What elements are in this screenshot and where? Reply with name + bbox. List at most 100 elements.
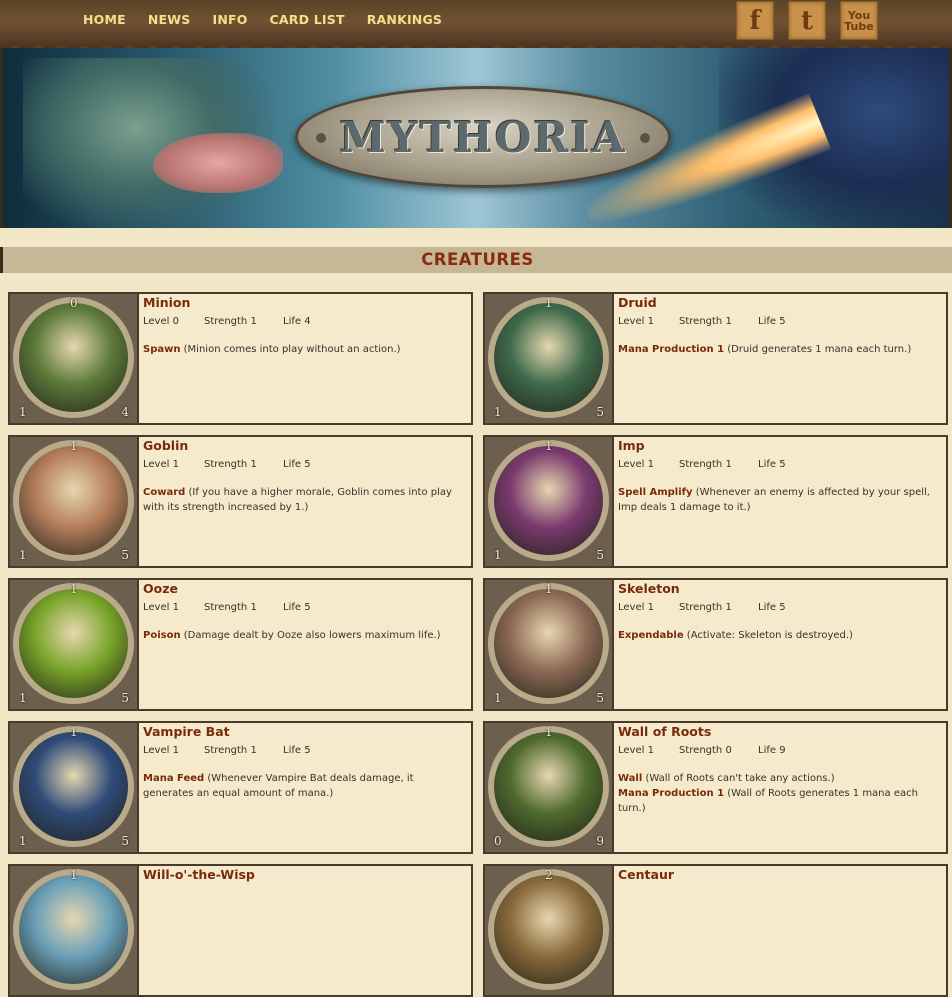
creature-art: [494, 732, 603, 841]
card-info: Will-o'-the-Wisp: [143, 866, 467, 882]
stat-strength-value: 1: [725, 602, 732, 613]
stat-level-value: 1: [172, 602, 179, 613]
card-name[interactable]: Imp: [618, 438, 942, 453]
creature-art: [494, 589, 603, 698]
creature-card[interactable]: 1 1 5 Imp Level 1 Strength 1 Life 5 Spell …: [483, 435, 948, 568]
card-name[interactable]: Wall of Roots: [618, 724, 942, 739]
banner-wing-art: [153, 133, 283, 193]
creature-art: [19, 732, 128, 841]
stat-level: Level 1: [618, 459, 679, 470]
card-portrait: 1 1 5: [485, 437, 614, 566]
creature-card[interactable]: 1 1 5 Skeleton Level 1 Strength 1 Life 5 E…: [483, 578, 948, 711]
nav-card-list[interactable]: CARD LIST: [270, 12, 345, 27]
card-strength-badge: 1: [19, 691, 27, 705]
card-name[interactable]: Vampire Bat: [143, 724, 467, 739]
stat-life-value: 5: [304, 459, 311, 470]
creature-card[interactable]: 1 1 5 Vampire Bat Level 1 Strength 1 Life …: [8, 721, 473, 854]
creature-card[interactable]: 1 1 5 Druid Level 1 Strength 1 Life 5 Mana…: [483, 292, 948, 425]
main-nav: HOME NEWS INFO CARD LIST RANKINGS: [83, 12, 464, 27]
stat-life-label: Life: [758, 316, 777, 327]
stat-strength-value: 0: [725, 745, 732, 756]
nav-info[interactable]: INFO: [212, 12, 247, 27]
card-name[interactable]: Minion: [143, 295, 467, 310]
creature-card[interactable]: 2 Centaur: [483, 864, 948, 997]
card-name[interactable]: Ooze: [143, 581, 467, 596]
stat-level-value: 1: [647, 459, 654, 470]
card-name[interactable]: Druid: [618, 295, 942, 310]
card-portrait: 1 0 9: [485, 723, 614, 852]
card-stats: Level 1 Strength 1 Life 5: [143, 459, 467, 470]
stat-level-value: 1: [172, 459, 179, 470]
creature-card[interactable]: 1 0 9 Wall of Roots Level 1 Strength 0 Lif…: [483, 721, 948, 854]
stat-level-label: Level: [143, 745, 170, 756]
youtube-icon[interactable]: You Tube: [840, 1, 878, 40]
nav-rankings[interactable]: RANKINGS: [367, 12, 442, 27]
card-name[interactable]: Skeleton: [618, 581, 942, 596]
card-life-badge: 5: [121, 548, 129, 562]
creature-card[interactable]: 0 1 4 Minion Level 0 Strength 1 Life 4 Spa…: [8, 292, 473, 425]
ability: Expendable (Activate: Skeleton is destro…: [618, 628, 942, 643]
card-life-badge: 9: [596, 834, 604, 848]
stat-strength: Strength 1: [204, 745, 283, 756]
stat-level: Level 1: [143, 602, 204, 613]
creature-art: [19, 303, 128, 412]
mythoria-logo[interactable]: MYTHORIA: [295, 86, 671, 188]
stat-life-label: Life: [758, 745, 777, 756]
section-title: CREATURES: [0, 247, 952, 273]
stat-strength-value: 1: [725, 316, 732, 327]
stat-strength-value: 1: [250, 602, 257, 613]
stat-level-value: 1: [647, 602, 654, 613]
card-portrait: 1 1 5: [485, 294, 614, 423]
stat-strength-label: Strength: [679, 316, 723, 327]
facebook-icon[interactable]: f: [736, 1, 774, 40]
stat-level-value: 0: [172, 316, 179, 327]
creature-card[interactable]: 1 1 5 Ooze Level 1 Strength 1 Life 5 Poiso…: [8, 578, 473, 711]
ability: Spawn (Minion comes into play without an…: [143, 342, 467, 357]
stat-strength-value: 1: [250, 459, 257, 470]
card-life-badge: 5: [121, 691, 129, 705]
stat-life-value: 5: [779, 602, 786, 613]
card-cost: 1: [545, 439, 553, 453]
stat-level-label: Level: [618, 745, 645, 756]
card-name[interactable]: Centaur: [618, 867, 942, 882]
stat-level-value: 1: [647, 316, 654, 327]
stat-level-label: Level: [618, 459, 645, 470]
stat-life-label: Life: [283, 459, 302, 470]
twitter-icon[interactable]: t: [788, 1, 826, 40]
card-portrait: 0 1 4: [10, 294, 139, 423]
ability-text: (Wall of Roots can't take any actions.): [642, 773, 835, 784]
stat-life-value: 9: [779, 745, 786, 756]
nav-home[interactable]: HOME: [83, 12, 126, 27]
nav-news[interactable]: NEWS: [148, 12, 191, 27]
stat-life: Life 5: [758, 316, 786, 327]
card-cost: 2: [545, 868, 553, 882]
stat-strength-value: 1: [725, 459, 732, 470]
stat-level-value: 1: [172, 745, 179, 756]
stat-strength-label: Strength: [679, 602, 723, 613]
social-links: f t You Tube: [736, 1, 878, 40]
stat-level-label: Level: [143, 602, 170, 613]
card-portrait: 1 1 5: [10, 580, 139, 709]
creature-card[interactable]: 1 Will-o'-the-Wisp: [8, 864, 473, 997]
stat-strength-value: 1: [250, 316, 257, 327]
creature-art: [494, 875, 603, 984]
creature-art: [19, 589, 128, 698]
card-strength-badge: 1: [19, 548, 27, 562]
card-name[interactable]: Will-o'-the-Wisp: [143, 867, 467, 882]
stat-strength-label: Strength: [204, 745, 248, 756]
card-name[interactable]: Goblin: [143, 438, 467, 453]
stat-strength-label: Strength: [204, 316, 248, 327]
stat-life: Life 4: [283, 316, 311, 327]
card-life-badge: 4: [121, 405, 129, 419]
card-cost: 1: [70, 582, 78, 596]
ability: Spell Amplify (Whenever an enemy is affe…: [618, 485, 942, 515]
card-info: Druid Level 1 Strength 1 Life 5 Mana Produ…: [618, 294, 942, 357]
top-nav-bar: HOME NEWS INFO CARD LIST RANKINGS f t Yo…: [0, 0, 952, 54]
card-strength-badge: 1: [494, 405, 502, 419]
card-stats: Level 1 Strength 0 Life 9: [618, 745, 942, 756]
ability: Wall (Wall of Roots can't take any actio…: [618, 771, 942, 786]
card-info: Goblin Level 1 Strength 1 Life 5 Coward (I…: [143, 437, 467, 515]
stat-life-value: 5: [304, 745, 311, 756]
creature-card[interactable]: 1 1 5 Goblin Level 1 Strength 1 Life 5 Cow…: [8, 435, 473, 568]
creature-art: [494, 446, 603, 555]
